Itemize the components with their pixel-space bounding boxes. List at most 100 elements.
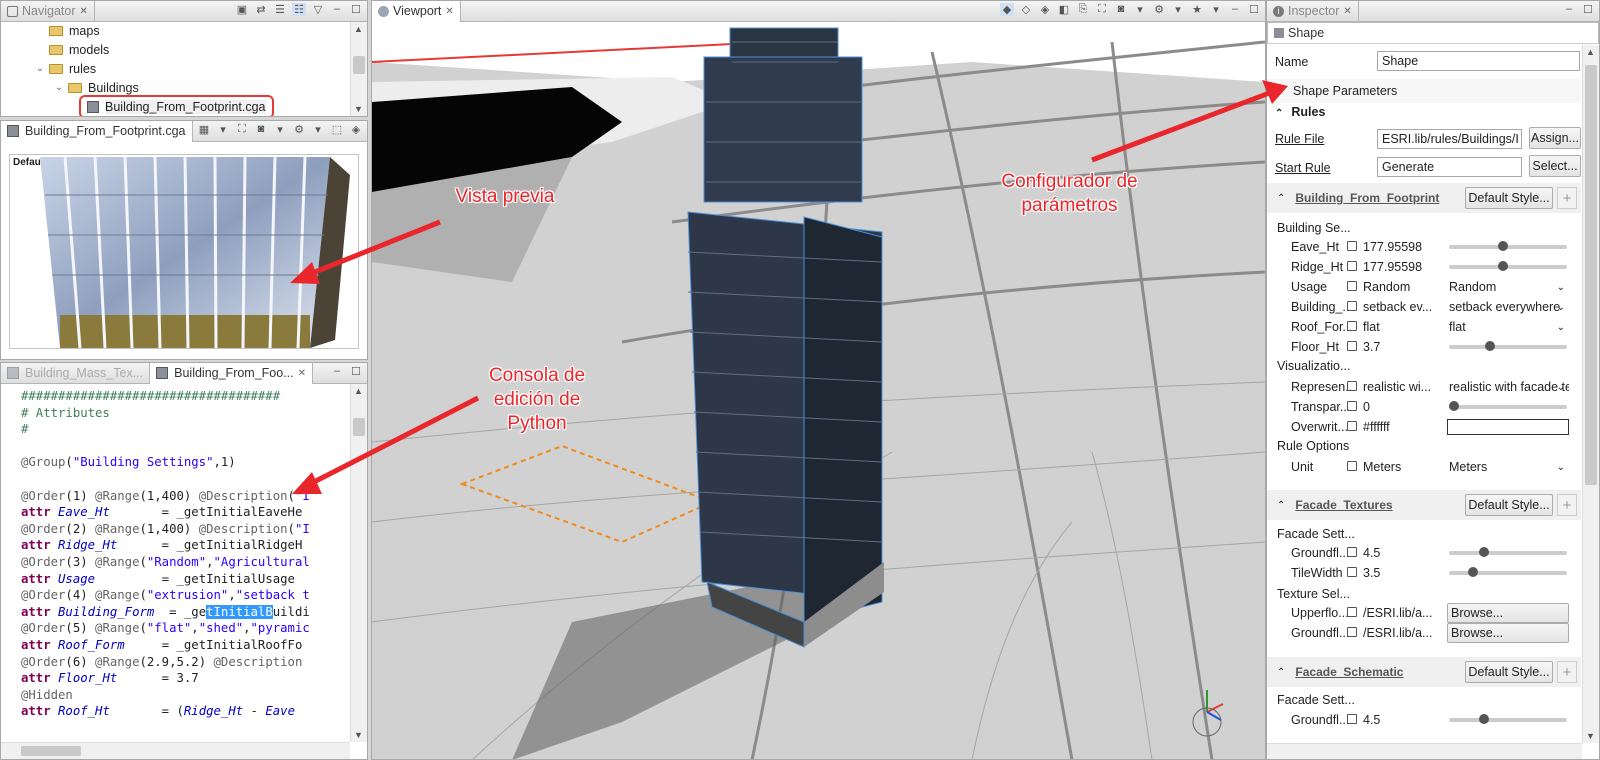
shape-parameters-header[interactable]: Shape Parameters: [1267, 79, 1581, 103]
param-value-field[interactable]: 177.95598: [1359, 237, 1443, 257]
maximize-icon[interactable]: ☐: [349, 365, 363, 378]
dropdown-icon[interactable]: ▾: [216, 123, 230, 136]
start-rule-label[interactable]: Start Rule: [1275, 161, 1331, 175]
view-menu-icon[interactable]: ▽: [311, 3, 325, 16]
dropdown-icon[interactable]: ▾: [1209, 3, 1223, 16]
close-icon[interactable]: ✕: [80, 6, 88, 17]
minimize-icon[interactable]: –: [330, 3, 344, 16]
param-slider[interactable]: [1449, 714, 1567, 724]
shaded-icon[interactable]: ◆: [1000, 3, 1014, 16]
start-rule-field[interactable]: Generate: [1377, 157, 1522, 177]
slider-knob[interactable]: [1497, 261, 1508, 271]
section-title[interactable]: Facade_Textures: [1295, 498, 1392, 512]
scroll-up-icon[interactable]: ▲: [1586, 47, 1595, 57]
dropdown-icon[interactable]: ▾: [1133, 3, 1147, 16]
param-dropdown[interactable]: setback everywhere ⌄: [1447, 297, 1569, 317]
tree-item-building-from-footprint[interactable]: Building_From_Footprint.cga: [79, 95, 274, 116]
gear-icon[interactable]: ⚙: [292, 123, 306, 136]
frame-icon[interactable]: ⛶: [1095, 3, 1109, 16]
scroll-thumb[interactable]: [1585, 65, 1597, 485]
shadow-icon[interactable]: ◧: [1057, 3, 1071, 16]
navigator-scrollbar[interactable]: ▲ ▼: [350, 22, 367, 116]
reset-icon[interactable]: [1347, 607, 1357, 617]
reset-icon[interactable]: [1347, 567, 1357, 577]
param-slider[interactable]: [1449, 241, 1567, 251]
param-value-field[interactable]: 177.95598: [1359, 257, 1443, 277]
maximize-icon[interactable]: ☐: [1247, 3, 1261, 16]
param-value-field[interactable]: flat: [1359, 317, 1443, 337]
cube-icon[interactable]: ◈: [349, 123, 363, 136]
tree-item-rules[interactable]: ⌄ rules: [34, 59, 96, 78]
tab-shape[interactable]: Shape: [1267, 22, 1599, 43]
tab-preview[interactable]: Building_From_Footprint.cga: [1, 121, 193, 142]
close-icon[interactable]: ✕: [298, 368, 306, 379]
code-area[interactable]: ################################### # At…: [21, 388, 310, 720]
scroll-thumb[interactable]: [353, 56, 365, 74]
reset-icon[interactable]: [1347, 241, 1357, 251]
minimize-icon[interactable]: –: [1228, 3, 1242, 16]
rules-header[interactable]: ⌃ Rules: [1275, 105, 1325, 119]
param-slider[interactable]: [1449, 401, 1567, 411]
slider-knob[interactable]: [1484, 341, 1495, 351]
list-view-icon[interactable]: ☰: [273, 3, 287, 16]
param-value-field[interactable]: 3.5: [1359, 563, 1443, 583]
browse-button[interactable]: Browse...: [1447, 603, 1569, 623]
color-swatch[interactable]: [1447, 419, 1569, 435]
tab-viewport[interactable]: Viewport ✕: [372, 1, 461, 22]
tree-item-models[interactable]: models: [49, 40, 109, 59]
default-style-button[interactable]: Default Style...: [1465, 494, 1553, 516]
param-value-field[interactable]: /ESRI.lib/a...: [1359, 623, 1443, 643]
bookmark-icon[interactable]: ⎘: [1076, 3, 1090, 16]
gear-icon[interactable]: ⚙: [1152, 3, 1166, 16]
editor-vscrollbar[interactable]: ▲ ▼: [350, 384, 367, 742]
tower-model[interactable]: [687, 27, 884, 648]
reset-icon[interactable]: [1347, 261, 1357, 271]
minimize-icon[interactable]: –: [1562, 3, 1576, 16]
preview-canvas[interactable]: Default: [9, 154, 359, 349]
param-dropdown[interactable]: Meters ⌄: [1447, 457, 1569, 477]
link-editor-icon[interactable]: ⇄: [254, 3, 268, 16]
dropdown-icon[interactable]: ▾: [1171, 3, 1185, 16]
inspector-scrollbar[interactable]: ▲ ▼: [1582, 45, 1599, 743]
scroll-thumb[interactable]: [353, 418, 365, 436]
collapse-all-icon[interactable]: ▣: [235, 3, 249, 16]
tree-view-icon[interactable]: ☷: [292, 3, 306, 16]
reset-icon[interactable]: [1347, 714, 1357, 724]
reset-icon[interactable]: [1347, 341, 1357, 351]
dropdown-icon[interactable]: ▾: [311, 123, 325, 136]
camera-icon[interactable]: ◙: [254, 123, 268, 136]
reset-icon[interactable]: [1347, 301, 1357, 311]
wireframe-icon[interactable]: ◇: [1019, 3, 1033, 16]
maximize-icon[interactable]: ☐: [349, 3, 363, 16]
add-style-icon[interactable]: +: [1557, 661, 1577, 683]
param-dropdown[interactable]: Random ⌄: [1447, 277, 1569, 297]
param-value-field[interactable]: 0: [1359, 397, 1443, 417]
minimize-icon[interactable]: –: [330, 365, 344, 378]
param-slider[interactable]: [1449, 567, 1567, 577]
export-icon[interactable]: ⬚: [330, 123, 344, 136]
scroll-thumb[interactable]: [21, 746, 81, 756]
scroll-down-icon[interactable]: ▼: [354, 104, 363, 114]
scroll-down-icon[interactable]: ▼: [354, 730, 363, 740]
reset-icon[interactable]: [1347, 381, 1357, 391]
reset-icon[interactable]: [1347, 281, 1357, 291]
tab-building-mass[interactable]: Building_Mass_Tex...: [1, 363, 151, 384]
rule-file-field[interactable]: ESRI.lib/rules/Buildings/I: [1377, 129, 1522, 149]
scroll-up-icon[interactable]: ▲: [354, 24, 363, 34]
chevron-down-icon[interactable]: ⌄: [53, 82, 65, 93]
param-value-field[interactable]: realistic wi...: [1359, 377, 1443, 397]
param-value-field[interactable]: Random: [1359, 277, 1443, 297]
maximize-icon[interactable]: ☐: [1581, 3, 1595, 16]
textured-icon[interactable]: ◈: [1038, 3, 1052, 16]
add-style-icon[interactable]: +: [1557, 494, 1577, 516]
param-value-field[interactable]: 3.7: [1359, 337, 1443, 357]
select-button[interactable]: Select...: [1529, 155, 1581, 177]
tab-navigator[interactable]: Navigator ✕: [1, 1, 95, 22]
slider-knob[interactable]: [1479, 714, 1490, 724]
editor-hscrollbar[interactable]: [1, 742, 350, 759]
scroll-down-icon[interactable]: ▼: [1586, 731, 1595, 741]
param-value-field[interactable]: 4.5: [1359, 543, 1443, 563]
slider-knob[interactable]: [1468, 567, 1479, 577]
param-slider[interactable]: [1449, 547, 1567, 557]
param-value-field[interactable]: #ffffff: [1359, 417, 1443, 437]
